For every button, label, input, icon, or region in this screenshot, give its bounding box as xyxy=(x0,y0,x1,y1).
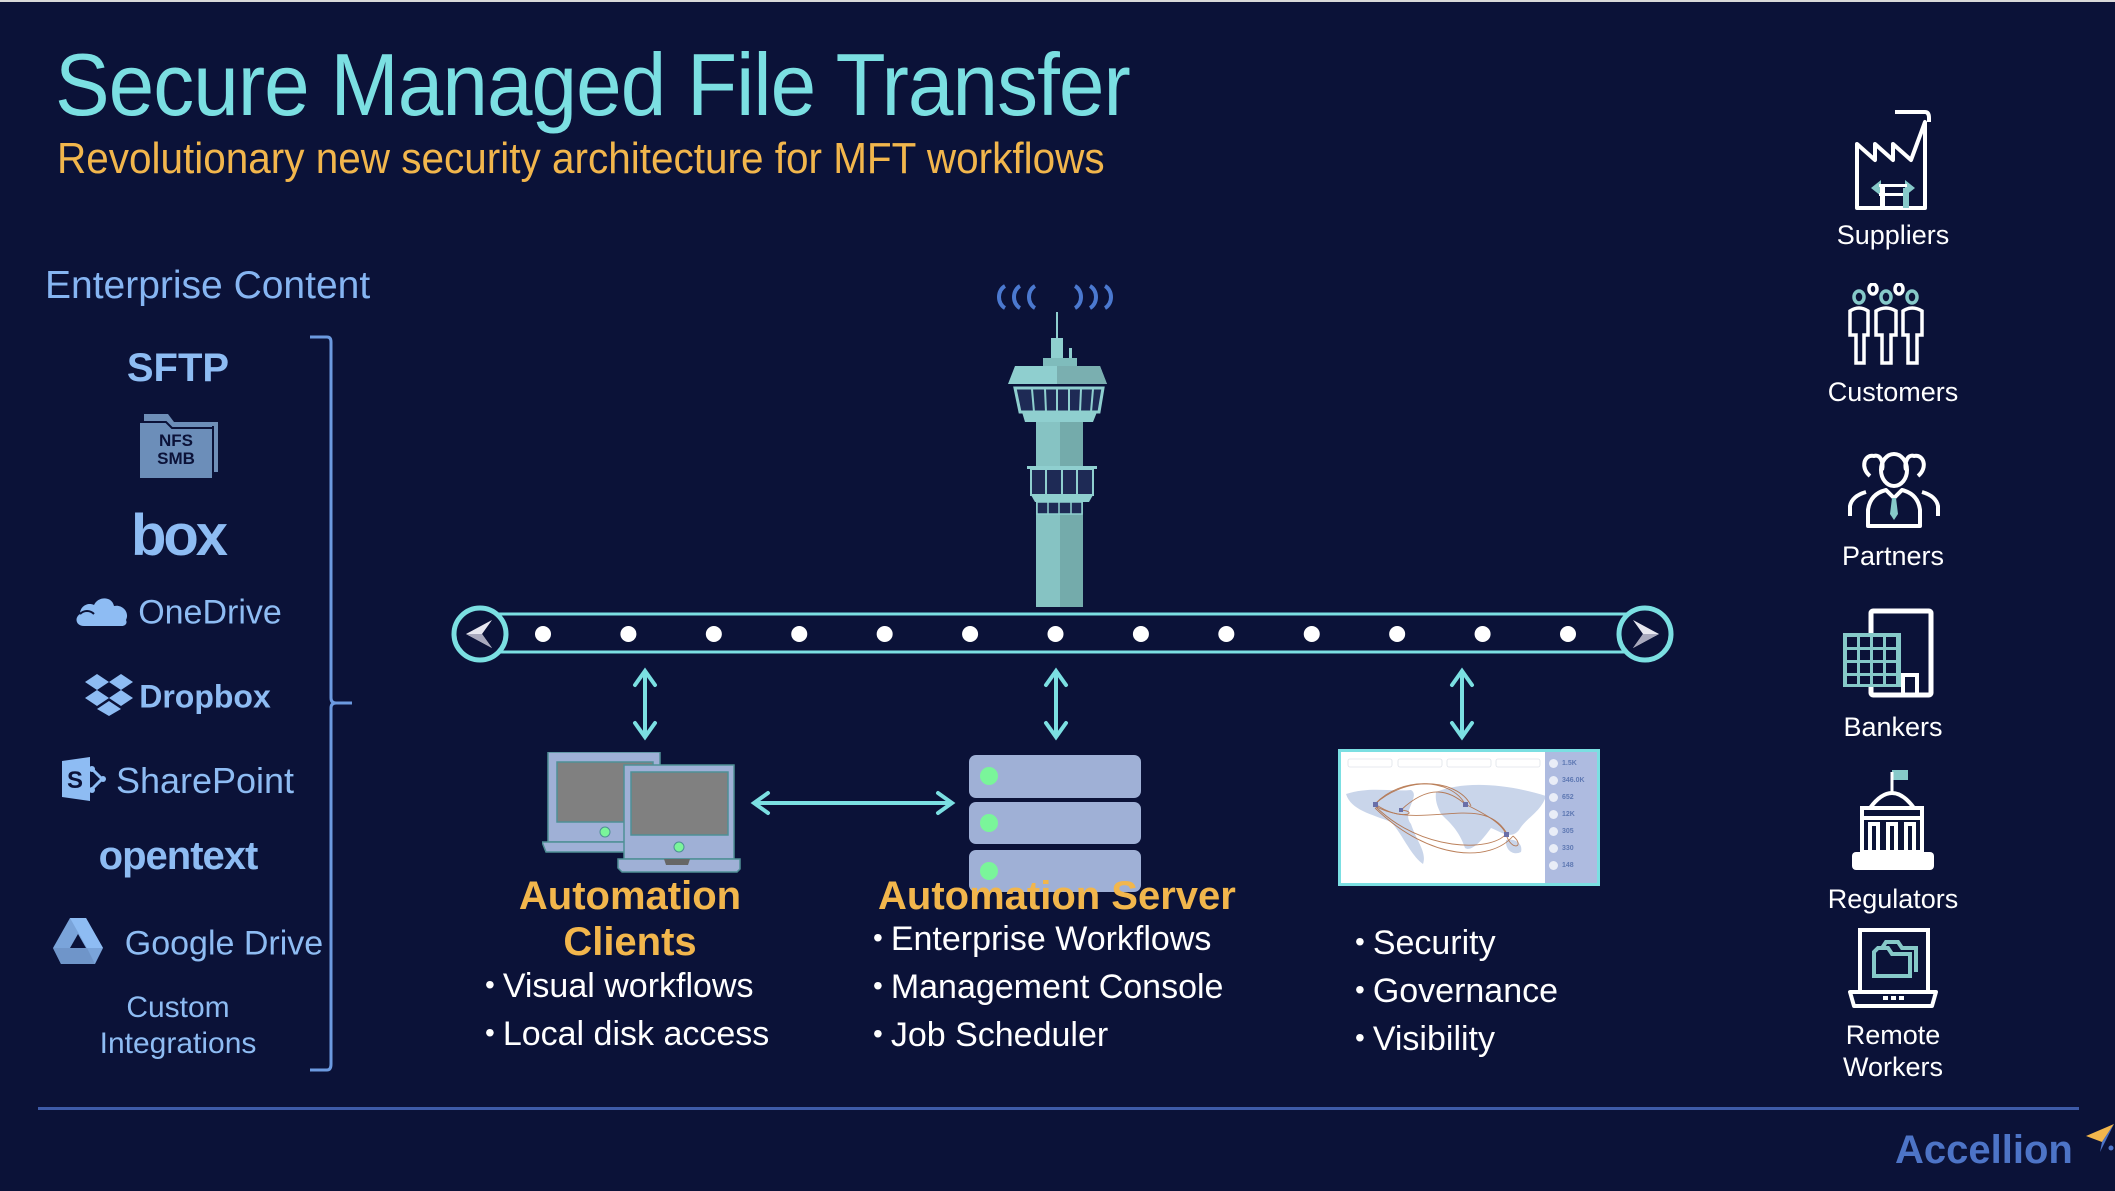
onedrive-cloud-icon xyxy=(74,592,130,637)
people-group-icon xyxy=(1848,283,1924,365)
dashboard-stat: 305 xyxy=(1549,824,1574,838)
bus-dot xyxy=(1047,626,1064,642)
customers-label: Customers xyxy=(1827,377,1959,407)
regulators-label: Regulators xyxy=(1827,884,1959,914)
google-drive-icon xyxy=(52,918,103,973)
stat-value: 12K xyxy=(1562,810,1575,818)
stat-dot-icon xyxy=(1549,826,1558,836)
stat-dot-icon xyxy=(1549,860,1558,870)
bank-building-icon xyxy=(1843,608,1934,698)
stat-dot-icon xyxy=(1549,843,1558,853)
enterprise-content-heading: Enterprise Content xyxy=(45,264,371,307)
dashboard-bullets: Security Governance Visibility xyxy=(1355,920,1558,1064)
stat-dot-icon xyxy=(1549,792,1558,802)
google-drive-label: Google Drive xyxy=(124,924,324,963)
brand-name: Accellion xyxy=(1895,1128,2073,1172)
laptops-icon xyxy=(542,752,741,873)
bus-dot xyxy=(1389,626,1406,642)
stat-value: 148 xyxy=(1562,861,1574,869)
bus-dot xyxy=(1218,626,1235,642)
control-tower-icon xyxy=(997,284,1113,607)
laptop-folder-icon xyxy=(1848,928,1938,1008)
workers-label: Workers xyxy=(1842,1052,1943,1082)
bullet-item: Job Scheduler xyxy=(873,1012,1223,1060)
stat-dot-icon xyxy=(1549,758,1558,768)
bus-dot xyxy=(620,626,637,642)
bus-dot xyxy=(1560,626,1576,642)
remote-workers-label: Remote Workers xyxy=(1793,1019,1993,1083)
automation-clients-bullets: Visual workflows Local disk access xyxy=(485,963,769,1059)
server-bus-arrow-icon xyxy=(1044,667,1068,741)
bullet-item: Local disk access xyxy=(485,1011,769,1059)
svg-text:S: S xyxy=(67,767,83,794)
enterprise-bracket xyxy=(310,335,352,1072)
factory-icon xyxy=(1855,110,1931,210)
bus-dot xyxy=(1474,626,1491,642)
clients-server-arrow-icon xyxy=(750,791,956,815)
stat-value: 652 xyxy=(1562,793,1574,801)
partners-label: Partners xyxy=(1841,541,1945,571)
clients-bus-arrow-icon xyxy=(633,667,657,741)
automation-clients-title: Automation Clients xyxy=(480,873,780,965)
dropbox-icon xyxy=(85,674,134,724)
automation-clients-title-line1: Automation xyxy=(518,874,742,918)
dashboard-stat: 148 xyxy=(1549,858,1574,872)
sharepoint-icon: S xyxy=(61,757,108,810)
remote-label: Remote xyxy=(1845,1020,1941,1050)
suppliers-label: Suppliers xyxy=(1836,220,1950,250)
onedrive-label: OneDrive xyxy=(138,593,282,632)
nfs-smb-folder-icon: NFS SMB xyxy=(138,414,222,480)
stat-value: 346.0K xyxy=(1562,776,1585,784)
stat-value: 330 xyxy=(1562,844,1574,852)
footer-divider xyxy=(38,1107,2079,1110)
bus-right-arrow-button[interactable] xyxy=(1616,605,1674,663)
smb-label: SMB xyxy=(157,449,195,468)
automation-server-title: Automation Server xyxy=(878,874,1236,918)
dashboard-stat: 12K xyxy=(1549,807,1575,821)
bullet-item: Visibility xyxy=(1355,1016,1558,1064)
bus-dot xyxy=(1132,626,1149,642)
signal-waves-icon xyxy=(997,284,1113,310)
data-bus xyxy=(451,605,1674,663)
automation-clients-title-line2: Clients xyxy=(563,920,697,964)
brand-arrow-icon xyxy=(2085,1124,2114,1152)
nfs-label: NFS xyxy=(159,431,193,450)
bus-dot xyxy=(1303,626,1320,642)
bullet-item: Visual workflows xyxy=(485,963,769,1011)
accellion-logo: Accellion xyxy=(1895,1124,2115,1173)
sharepoint-label: SharePoint xyxy=(115,760,295,802)
bus-dot xyxy=(791,626,808,642)
bullet-item: Governance xyxy=(1355,968,1558,1016)
dashboard-stat: 652 xyxy=(1549,790,1574,804)
dashboard-stat: 1.5K xyxy=(1549,756,1577,770)
bus-dot xyxy=(535,626,551,642)
bullet-item: Enterprise Workflows xyxy=(873,916,1223,964)
government-building-icon xyxy=(1852,770,1934,870)
bus-dot xyxy=(705,626,722,642)
dashboard-stat: 330 xyxy=(1549,841,1574,855)
dashboard-bus-arrow-icon xyxy=(1450,667,1474,741)
page-title: Secure Managed File Transfer xyxy=(55,35,1131,134)
stat-value: 1.5K xyxy=(1562,759,1577,767)
dashboard-map-icon: 1.5K 346.0K 652 12K 305 330 148 xyxy=(1338,749,1600,886)
bankers-label: Bankers xyxy=(1843,712,1943,742)
business-team-icon xyxy=(1848,452,1940,528)
top-border xyxy=(0,0,2115,2)
dashboard-stats-panel: 1.5K 346.0K 652 12K 305 330 148 xyxy=(1545,752,1597,883)
dashboard-stat: 346.0K xyxy=(1549,773,1585,787)
bullet-item: Management Console xyxy=(873,964,1224,1012)
bus-dot xyxy=(876,626,893,642)
dropbox-label: Dropbox xyxy=(139,678,271,715)
stat-value: 305 xyxy=(1562,827,1574,835)
page-subtitle: Revolutionary new security architecture … xyxy=(57,134,1105,183)
automation-server-bullets: Enterprise Workflows Management Console … xyxy=(873,916,1224,1060)
stat-dot-icon xyxy=(1549,809,1558,819)
bullet-item: Security xyxy=(1355,920,1558,968)
bus-dot xyxy=(962,626,979,642)
bus-left-arrow-button[interactable] xyxy=(451,605,509,663)
stat-dot-icon xyxy=(1549,775,1558,785)
